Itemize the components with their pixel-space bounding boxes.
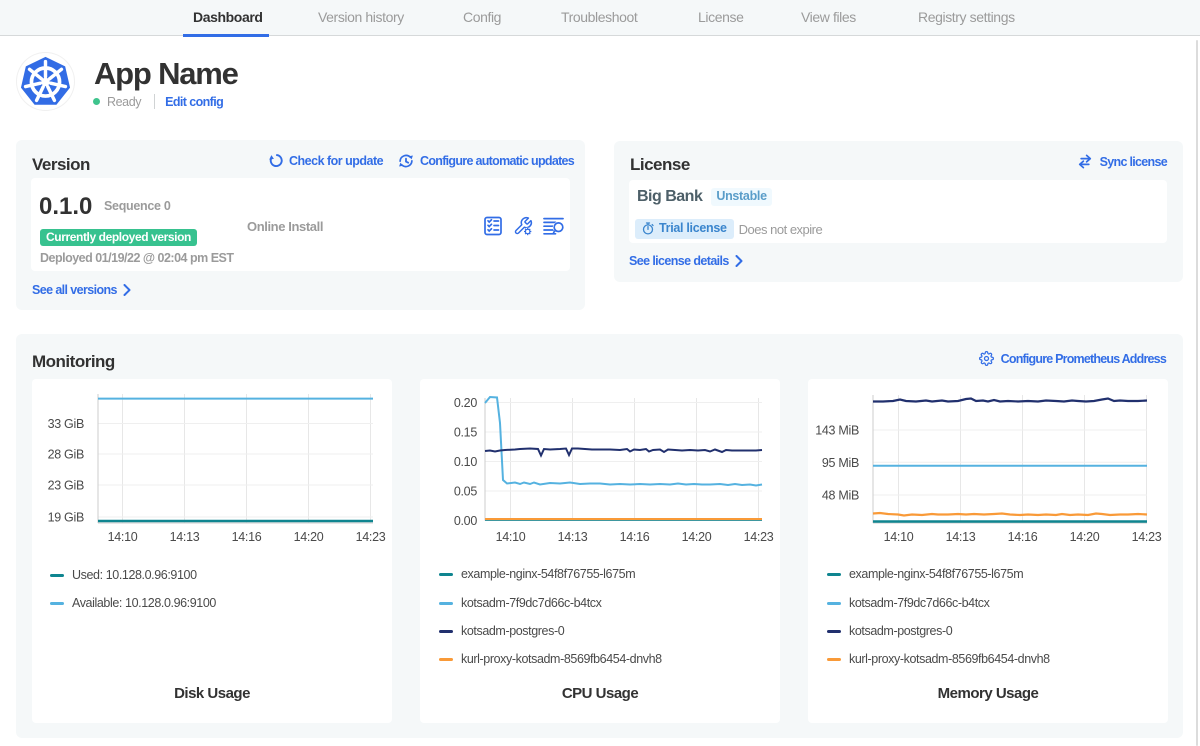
svg-text:14:16: 14:16 [620,530,650,544]
svg-text:14:13: 14:13 [170,530,200,544]
svg-text:14:16: 14:16 [232,530,262,544]
svg-text:14:10: 14:10 [496,530,526,544]
svg-text:0.10: 0.10 [454,455,477,469]
svg-text:14:16: 14:16 [1008,530,1038,544]
svg-text:14:23: 14:23 [356,530,386,544]
svg-text:14:13: 14:13 [946,530,976,544]
svg-text:14:20: 14:20 [294,530,324,544]
svg-text:28 GiB: 28 GiB [48,448,84,462]
svg-text:14:10: 14:10 [884,530,914,544]
svg-text:143 MiB: 143 MiB [815,424,859,438]
svg-text:14:20: 14:20 [1070,530,1100,544]
svg-text:0.15: 0.15 [454,426,477,440]
svg-text:23 GiB: 23 GiB [48,479,84,493]
svg-text:14:13: 14:13 [558,530,588,544]
svg-text:14:23: 14:23 [744,530,774,544]
svg-text:0.20: 0.20 [454,396,477,410]
svg-text:48 MiB: 48 MiB [822,489,859,503]
svg-text:14:10: 14:10 [108,530,138,544]
svg-text:0.05: 0.05 [454,485,477,499]
svg-text:95 MiB: 95 MiB [822,456,859,470]
svg-text:19 GiB: 19 GiB [48,511,84,525]
svg-text:14:23: 14:23 [1132,530,1162,544]
svg-text:0.00: 0.00 [454,514,477,528]
svg-text:33 GiB: 33 GiB [48,417,84,431]
svg-text:14:20: 14:20 [682,530,712,544]
